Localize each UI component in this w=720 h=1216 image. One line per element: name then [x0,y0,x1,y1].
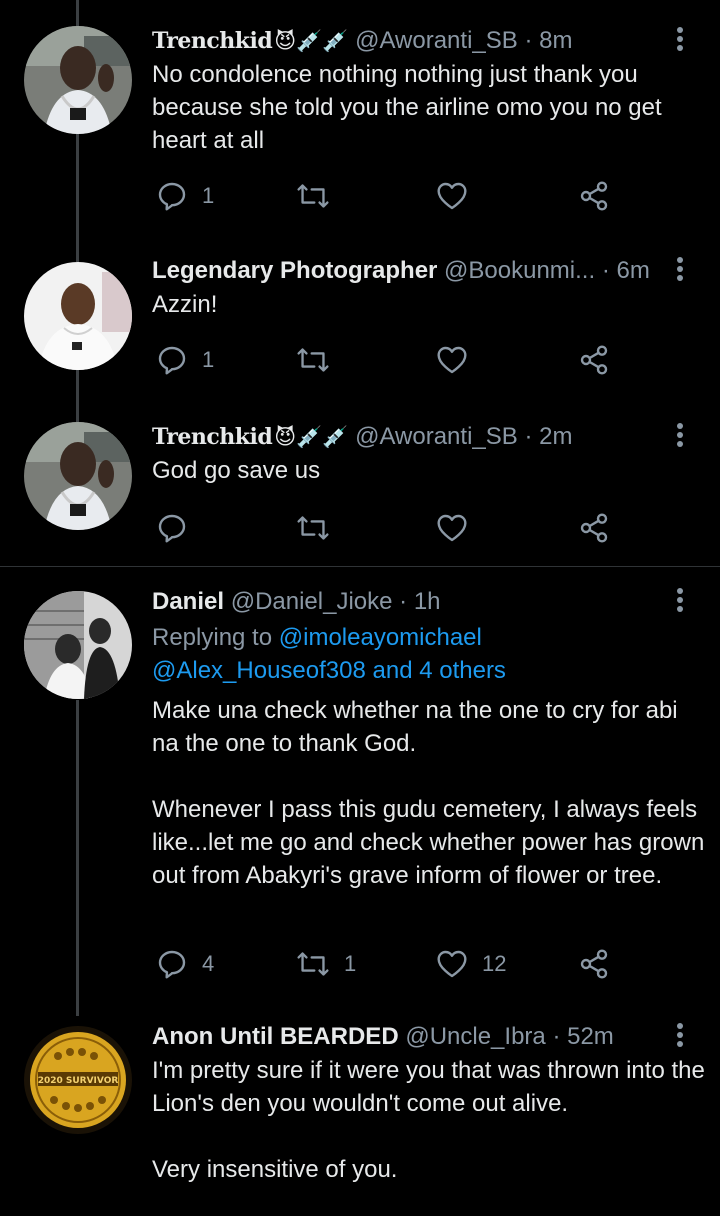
like-button[interactable] [436,176,468,216]
display-name[interactable]: Trenchkid [152,424,273,450]
more-button[interactable] [668,420,692,450]
more-button[interactable] [668,1020,692,1050]
reply-button[interactable] [156,508,188,548]
action-bar: 4 1 12 [152,944,622,984]
display-name[interactable]: Legendary Photographer [152,257,437,284]
display-name[interactable]: Daniel [152,588,224,615]
tweet-header: Legendary Photographer @Bookunmi... · 6m [152,254,660,288]
more-vertical-icon [677,27,683,51]
retweet-button[interactable] [296,340,330,380]
separator-dot: · [524,27,533,54]
tweet[interactable]: 2020 SURVIVOR Anon Until BEARDED @Uncle_… [0,1014,720,1216]
display-name-emoji: 😈💉💉 [274,426,349,449]
retweet-button[interactable] [296,508,330,548]
replying-to: Replying to @imoleayomichael @Alex_House… [152,621,708,687]
more-vertical-icon [677,423,683,447]
tweet-text: Make una check whether na the one to cry… [152,697,705,889]
heart-icon [437,346,467,374]
display-name-emoji: 😈💉💉 [274,30,349,53]
action-bar: 1 [152,340,622,380]
reply-count: 1 [202,183,215,208]
user-handle[interactable]: @Aworanti_SB [355,423,518,450]
more-vertical-icon [677,588,683,612]
reply-icon [158,514,186,543]
timestamp[interactable]: 1h [414,588,441,615]
mention-link[interactable]: @Alex_Houseof308 and 4 others [152,657,506,684]
replying-to-label: Replying to [152,624,279,651]
timestamp[interactable]: 8m [539,27,572,54]
heart-icon [437,182,467,210]
like-count: 12 [482,951,507,976]
separator-dot: · [601,257,610,284]
tweet-header: Anon Until BEARDED @Uncle_Ibra · 52m [152,1020,660,1054]
mention-link[interactable]: @imoleayomichael [279,624,482,651]
tweet[interactable]: Daniel @Daniel_Jioke · 1h Replying to @i… [0,567,720,1014]
timestamp[interactable]: 2m [539,423,572,450]
tweet-text: Azzin! [152,291,218,318]
reply-icon [158,182,186,211]
reply-count: 4 [202,951,215,976]
tweet-header: Daniel @Daniel_Jioke · 1h [152,585,660,619]
tweet-text: No condolence nothing nothing just thank… [152,61,662,154]
more-button[interactable] [668,254,692,284]
tweet-text: I'm pretty sure if it were you that was … [152,1057,705,1183]
user-handle[interactable]: @Aworanti_SB [355,27,518,54]
action-bar [152,508,622,548]
retweet-icon [297,516,329,540]
heart-icon [437,950,467,978]
more-button[interactable] [668,24,692,54]
tweet[interactable]: Legendary Photographer @Bookunmi... · 6m… [0,250,720,420]
separator-dot: · [552,1023,561,1050]
avatar[interactable]: 2020 SURVIVOR [24,1026,132,1134]
tweet[interactable]: Trenchkid😈💉💉 @Aworanti_SB · 8m No condol… [0,0,720,250]
timestamp[interactable]: 6m [616,257,649,284]
retweet-icon [297,348,329,372]
retweet-count: 1 [344,951,357,976]
display-name[interactable]: Anon Until BEARDED [152,1023,399,1050]
avatar[interactable] [24,262,132,370]
share-button[interactable] [578,944,610,984]
avatar[interactable] [24,591,132,699]
like-button[interactable]: 12 [436,944,506,984]
timestamp[interactable]: 52m [567,1023,614,1050]
reply-button[interactable]: 4 [156,944,214,984]
share-button[interactable] [578,340,610,380]
separator-dot: · [524,423,533,450]
heart-icon [437,514,467,542]
display-name[interactable]: Trenchkid [152,28,273,54]
tweet-header: Trenchkid😈💉💉 @Aworanti_SB · 2m [152,420,660,454]
reply-icon [158,950,186,979]
retweet-button[interactable]: 1 [296,944,356,984]
more-button[interactable] [668,585,692,615]
more-vertical-icon [677,1023,683,1047]
separator-dot: · [399,588,408,615]
retweet-button[interactable] [296,176,330,216]
like-button[interactable] [436,340,468,380]
tweet[interactable]: Trenchkid😈💉💉 @Aworanti_SB · 2m God go sa… [0,420,720,566]
avatar[interactable] [24,422,132,530]
retweet-icon [297,184,329,208]
user-handle[interactable]: @Bookunmi... [444,257,595,284]
user-handle[interactable]: @Uncle_Ibra [405,1023,545,1050]
share-icon [580,345,608,375]
share-icon [580,181,608,211]
user-handle[interactable]: @Daniel_Jioke [231,588,393,615]
share-button[interactable] [578,176,610,216]
reply-icon [158,346,186,375]
reply-count: 1 [202,347,215,372]
reply-button[interactable]: 1 [156,176,214,216]
tweet-text: God go save us [152,457,321,484]
share-icon [580,513,608,543]
share-button[interactable] [578,508,610,548]
reply-button[interactable]: 1 [156,340,214,380]
like-button[interactable] [436,508,468,548]
tweet-header: Trenchkid😈💉💉 @Aworanti_SB · 8m [152,24,660,58]
more-vertical-icon [677,257,683,281]
action-bar: 1 [152,176,622,216]
share-icon [580,949,608,979]
retweet-icon [297,952,329,976]
avatar-text: 2020 SURVIVOR [38,1076,119,1086]
avatar[interactable] [24,26,132,134]
